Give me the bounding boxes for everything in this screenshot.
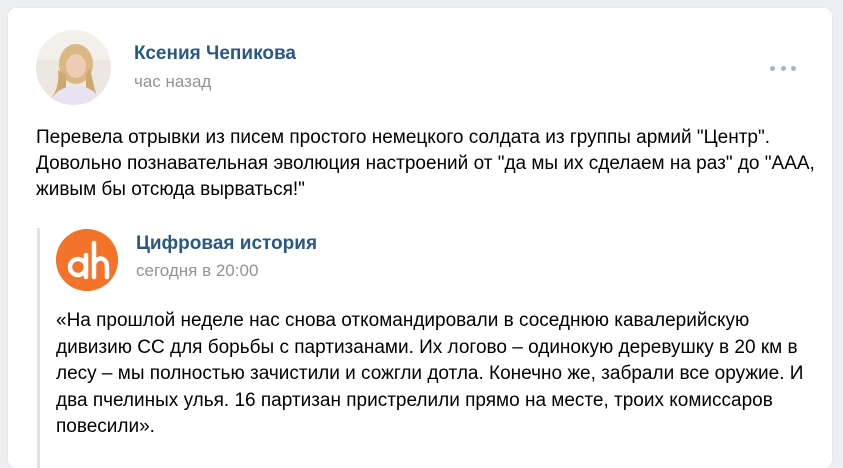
repost-divider — [37, 228, 40, 468]
author-avatar[interactable] — [36, 30, 111, 105]
author-name-link[interactable]: Ксения Чепикова — [134, 43, 296, 65]
post-timestamp[interactable]: час назад — [134, 72, 211, 92]
repost-text: «На прошлой неделе нас снова откомандиро… — [56, 310, 804, 437]
more-icon[interactable] — [770, 60, 796, 76]
post-text: Перевела отрывки из писем простого немец… — [36, 127, 815, 200]
repost-source-link[interactable]: Цифровая история — [136, 233, 317, 255]
post-card: Ксения Чепикова час назад Перевела отрыв… — [8, 8, 832, 468]
source-logo-icon[interactable] — [56, 229, 118, 291]
repost-timestamp[interactable]: сегодня в 20:00 — [136, 261, 258, 281]
